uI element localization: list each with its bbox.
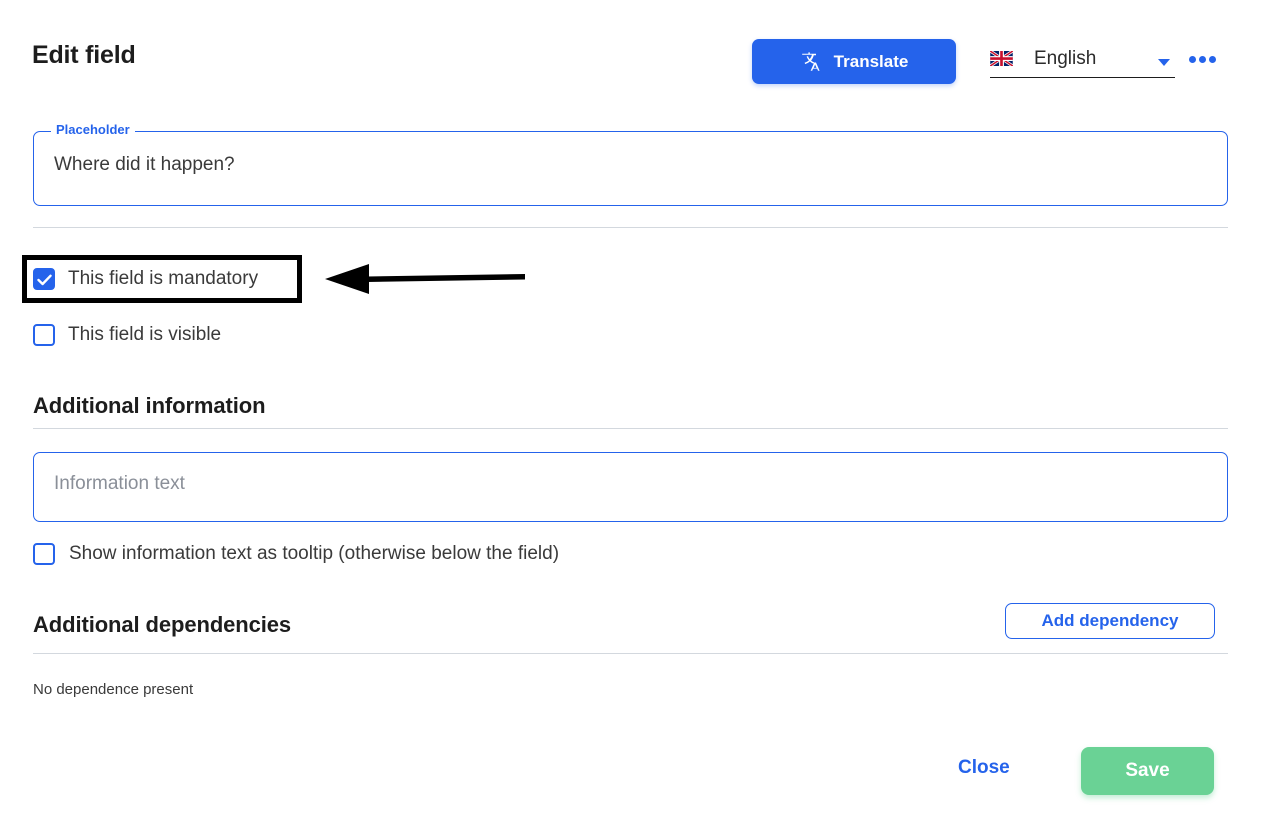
information-text-field[interactable] [33, 452, 1228, 522]
divider-additional-information [33, 428, 1228, 429]
placeholder-input[interactable] [54, 154, 1194, 176]
add-dependency-button[interactable]: Add dependency [1005, 603, 1215, 639]
checkbox-label-visible: This field is visible [68, 324, 222, 345]
checkbox-tooltip[interactable] [33, 543, 55, 565]
kebab-dot-1 [1189, 55, 1196, 63]
placeholder-field[interactable]: Placeholder [33, 123, 1228, 206]
uk-flag-icon [989, 49, 1014, 68]
checkbox-label-mandatory: This field is mandatory [68, 268, 259, 289]
checkbox-row-visible[interactable]: This field is visible [33, 320, 221, 350]
checkbox-label-tooltip: Show information text as tooltip (otherw… [69, 543, 560, 564]
save-button[interactable]: Save [1081, 747, 1214, 795]
checkbox-visible[interactable] [33, 324, 55, 346]
section-heading-additional-information: Additional information [33, 393, 266, 418]
language-selector-value: English [1034, 47, 1097, 69]
close-button[interactable]: Close [958, 757, 1010, 779]
chevron-down-icon [1157, 54, 1171, 66]
translate-button-label: Translate [833, 51, 909, 71]
divider-additional-dependencies [33, 653, 1228, 654]
dialog-header: Edit field Translate English [0, 0, 1262, 108]
translate-button[interactable]: Translate [752, 39, 956, 84]
kebab-dot-2 [1199, 55, 1206, 63]
check-icon [36, 273, 52, 286]
overflow-menu-icon[interactable] [1189, 53, 1216, 65]
checkbox-row-tooltip[interactable]: Show information text as tooltip (otherw… [33, 539, 559, 569]
information-text-input[interactable] [54, 473, 1194, 495]
placeholder-field-label: Placeholder [51, 123, 135, 137]
section-heading-additional-dependencies: Additional dependencies [33, 612, 292, 637]
checkbox-mandatory[interactable] [33, 268, 55, 290]
translate-icon [800, 51, 821, 72]
kebab-dot-3 [1209, 55, 1216, 63]
checkbox-row-mandatory[interactable]: This field is mandatory [33, 264, 258, 294]
dependencies-empty-message: No dependence present [33, 681, 194, 698]
language-selector[interactable]: English [989, 40, 1175, 78]
divider-above-options [33, 227, 1228, 228]
page-title: Edit field [32, 41, 136, 69]
annotation-arrow-icon [322, 262, 527, 296]
